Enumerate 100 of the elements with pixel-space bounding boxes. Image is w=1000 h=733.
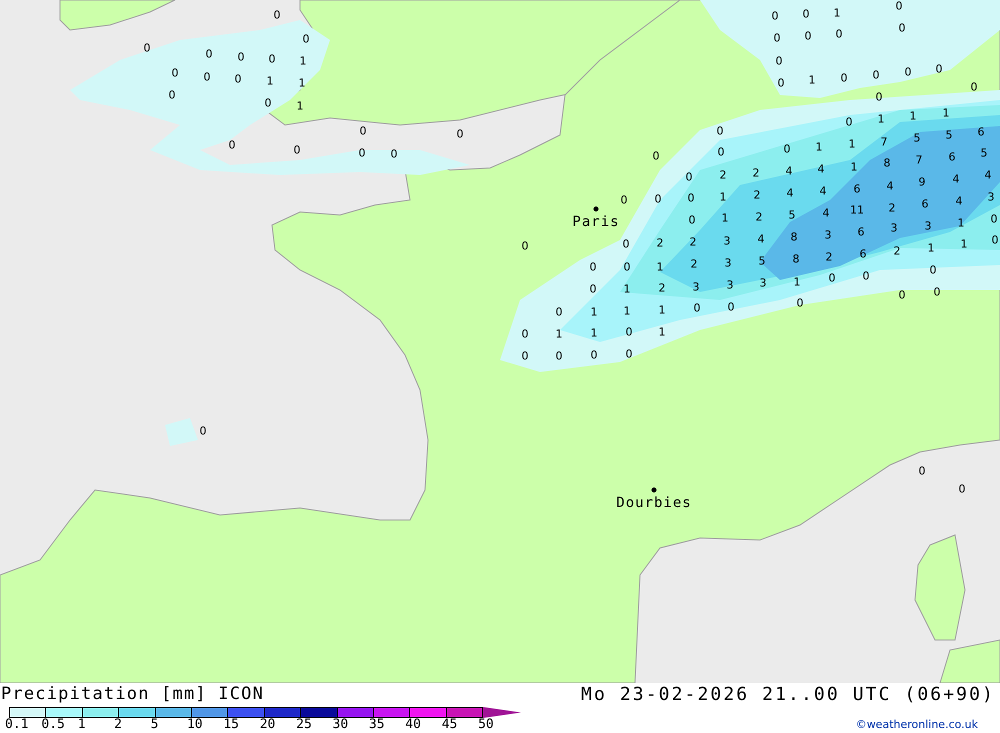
precipitation-value: 1 — [910, 110, 916, 122]
scale-tick-label: 10 — [186, 718, 204, 731]
precipitation-value: 1 — [556, 328, 562, 340]
precipitation-value: 5 — [788, 210, 796, 220]
precipitation-value: 0 — [360, 126, 366, 136]
precipitation-value: 0 — [898, 22, 906, 34]
precipitation-value: 0 — [200, 426, 206, 436]
precipitation-value: 0 — [846, 116, 852, 128]
precipitation-value: 11 — [850, 204, 864, 216]
precipitation-value: 0 — [840, 72, 848, 84]
precipitation-value: 0 — [896, 0, 902, 12]
precipitation-value: 0 — [590, 262, 596, 272]
precipitation-value: 0 — [268, 54, 276, 64]
precipitation-value: 2 — [888, 202, 896, 214]
precipitation-value: 2 — [658, 282, 666, 294]
precipitation-value: 0 — [970, 82, 978, 92]
precipitation-value: 1 — [808, 74, 816, 86]
precipitation-value: 1 — [590, 328, 598, 338]
precipitation-value: 0 — [688, 192, 694, 204]
precipitation-value: 3 — [692, 282, 700, 292]
precipitation-value: 1 — [298, 78, 306, 88]
precipitation-value: 1 — [624, 284, 630, 294]
precipitation-value: 0 — [556, 350, 562, 362]
precipitation-value: 2 — [894, 246, 900, 256]
precipitation-value: 0 — [784, 144, 790, 154]
precipitation-value: 1 — [658, 326, 666, 338]
precipitation-value: 1 — [928, 242, 934, 254]
precipitation-value: 3 — [890, 222, 898, 234]
precipitation-value: 3 — [988, 192, 994, 202]
precipitation-value: 0 — [688, 214, 696, 226]
city-marker-icon — [594, 206, 598, 212]
scale-tick-label: 45 — [442, 718, 458, 731]
scale-tick-label: 0.1 — [5, 718, 30, 731]
precipitation-value: 0 — [238, 52, 244, 62]
precipitation-value: 4 — [956, 196, 962, 206]
scale-tick-label: 35 — [368, 718, 386, 731]
precipitation-value: 0 — [804, 30, 812, 42]
precipitation-value: 6 — [978, 126, 984, 138]
precipitation-value: 1 — [722, 212, 728, 224]
precipitation-value: 1 — [848, 138, 856, 150]
precipitation-value: 0 — [622, 238, 630, 250]
precipitation-value: 4 — [758, 234, 764, 244]
precipitation-value: 0 — [992, 234, 998, 246]
precipitation-value: 1 — [816, 142, 822, 152]
precipitation-value: 1 — [624, 306, 630, 316]
precipitation-value: 0 — [556, 306, 562, 318]
precipitation-value: 0 — [778, 78, 784, 88]
precipitation-value: 0 — [930, 264, 936, 276]
precipitation-value: 1 — [720, 192, 726, 202]
precipitation-value: 1 — [296, 100, 304, 112]
precipitation-value: 0 — [264, 98, 272, 108]
city-marker-icon — [652, 488, 656, 492]
precipitation-value: 4 — [786, 166, 792, 176]
precipitation-value: 0 — [590, 350, 598, 360]
precipitation-value: 0 — [234, 74, 242, 84]
precipitation-value: 0 — [456, 128, 464, 140]
scale-tick-label: 15 — [223, 718, 240, 731]
precipitation-value: 3 — [726, 280, 734, 290]
precipitation-value: 1 — [960, 238, 968, 250]
precipitation-value: 0 — [728, 302, 734, 312]
precipitation-value: 6 — [948, 152, 956, 162]
precipitation-value: 0 — [654, 194, 662, 204]
precipitation-value: 5 — [946, 130, 952, 140]
precipitation-value: 0 — [990, 214, 998, 224]
precipitation-value: 1 — [850, 162, 858, 172]
legend-title: Precipitation [mm] ICON — [1, 686, 264, 703]
precipitation-value: 0 — [626, 326, 632, 338]
precipitation-value: 0 — [776, 56, 782, 66]
precipitation-value: 0 — [228, 140, 236, 150]
precipitation-value: 0 — [934, 286, 940, 298]
precipitation-value: 8 — [790, 232, 798, 242]
precipitation-value: 4 — [952, 174, 960, 184]
precipitation-value: 0 — [936, 64, 942, 74]
precipitation-value: 5 — [914, 132, 920, 144]
scale-tick-label: 30 — [332, 718, 350, 731]
precipitation-value: 6 — [860, 248, 866, 260]
precipitation-value: 0 — [904, 66, 912, 78]
credit-link[interactable]: ©weatheronline.co.uk — [856, 718, 978, 731]
city-label: Paris — [572, 215, 620, 229]
precipitation-value: 0 — [802, 8, 810, 20]
precipitation-value: 1 — [590, 306, 598, 318]
precipitation-value: 0 — [652, 150, 660, 162]
scale-tick-label: 5 — [150, 718, 160, 731]
precipitation-value: 3 — [924, 220, 932, 232]
precipitation-value: 0 — [624, 262, 630, 272]
scale-tick-label: 25 — [296, 718, 313, 731]
precipitation-value: 2 — [720, 170, 726, 180]
precipitation-value: 0 — [796, 298, 804, 308]
precipitation-value: 7 — [880, 136, 888, 148]
precipitation-value: 1 — [656, 262, 664, 272]
precipitation-value: 0 — [772, 10, 778, 22]
scale-tick-label: 50 — [478, 718, 494, 731]
precipitation-value: 2 — [690, 236, 696, 248]
precipitation-value: 4 — [820, 186, 826, 196]
precipitation-value: 1 — [300, 56, 306, 66]
precipitation-value: 0 — [294, 144, 300, 156]
precipitation-value: 0 — [390, 148, 398, 160]
scale-tick-label: 20 — [260, 718, 276, 731]
precipitation-value: 9 — [918, 176, 926, 188]
precipitation-value: 0 — [862, 270, 870, 282]
